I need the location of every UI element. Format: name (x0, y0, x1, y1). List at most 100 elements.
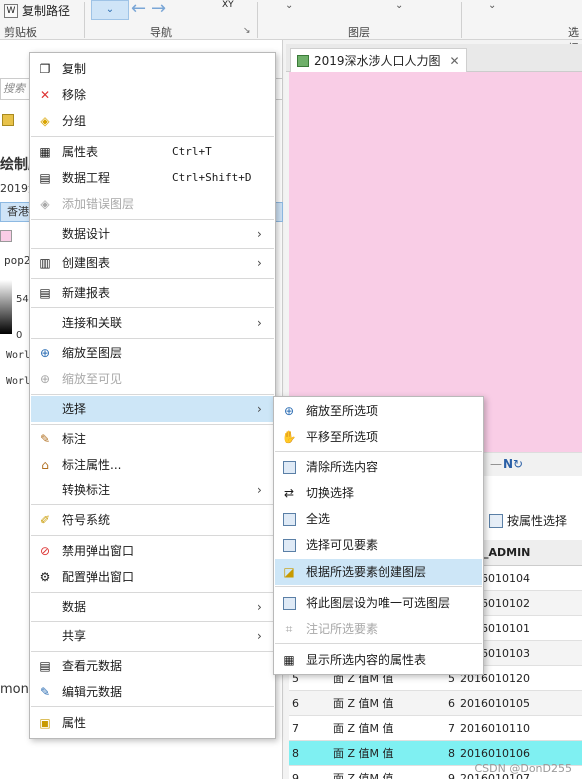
table-row[interactable]: 7 面 Z 值M 值 7 2016010110 (289, 716, 582, 741)
menu-item-select-all[interactable]: 全选 (275, 506, 482, 532)
layer-pop-label[interactable]: pop2 (4, 254, 31, 267)
menu-label: 清除所选内容 (306, 460, 379, 474)
menu-item-clear-selected[interactable]: 清除所选内容 (275, 454, 482, 480)
bottom-text: mon (0, 682, 29, 697)
menu-label: 切换选择 (306, 486, 355, 500)
table-cell-idx: 6 (292, 697, 299, 710)
rotate-icon[interactable]: ↻ (513, 457, 523, 471)
copy-path-button[interactable]: W 复制路径 (4, 2, 70, 19)
menu-separator (275, 586, 482, 587)
clear-selection-icon (281, 459, 297, 475)
layer-from-selection-icon: ◪ (283, 565, 295, 579)
menu-label: 转换标注 (62, 483, 111, 497)
menu-item-make-layer-from-selected[interactable]: ◪ 根据所选要素创建图层 (275, 559, 482, 585)
forward-arrow-icon[interactable]: → (151, 0, 166, 18)
menu-label: 数据 (62, 600, 87, 614)
map-tabbar: 2019深水涉人口人力图 ✕ (286, 44, 582, 72)
menu-item-joins-relates[interactable]: 连接和关联 › (31, 310, 274, 336)
menu-label: 属性 (62, 716, 87, 730)
table-cell-shape: 面 Z 值M 值 (333, 772, 394, 779)
menu-item-edit-metadata[interactable]: ✎ 编辑元数据 (31, 679, 274, 705)
menu-item-data-engineering[interactable]: ▤ 数据工程 Ctrl+Shift+D (31, 165, 274, 191)
menu-item-switch-selection[interactable]: ⇄ 切换选择 (275, 480, 482, 506)
map-icon (297, 54, 309, 67)
menu-item-configure-popups[interactable]: ⚙ 配置弹出窗口 (31, 564, 274, 590)
menu-item-symbology[interactable]: ✐ 符号系统 (31, 507, 274, 533)
table-cell-num: 7 (448, 722, 455, 735)
menu-label: 数据设计 (62, 227, 111, 241)
menu-separator (31, 278, 274, 279)
menu-item-pan-to-selected[interactable]: ✋ 平移至所选项 (275, 424, 482, 450)
table-cell-num: 8 (448, 747, 455, 760)
select-by-attribute-label: 按属性选择 (507, 514, 568, 528)
menu-separator (31, 651, 274, 652)
select-by-attribute-button[interactable]: 按属性选择 (489, 512, 567, 529)
properties-icon: ▣ (39, 716, 51, 730)
legend-min: 0 (16, 330, 23, 341)
layer-symbol-swatch (0, 230, 12, 242)
menu-label: 禁用弹出窗口 (62, 544, 135, 558)
symbology-icon: ✐ (39, 513, 51, 527)
table-cell-admin: 2016010110 (460, 722, 530, 735)
menu-item-zoom-to-selected[interactable]: ⊕ 缩放至所选项 (275, 398, 482, 424)
menu-item-convert-labels[interactable]: 转换标注 › (31, 477, 274, 503)
menu-item-disable-popups[interactable]: ⊘ 禁用弹出窗口 (31, 538, 274, 564)
map-canvas[interactable] (289, 72, 582, 452)
zoom-visible-icon: ⊕ (39, 372, 51, 386)
menu-item-copy[interactable]: ❐ 复制 (31, 56, 274, 82)
menu-item-select-visible[interactable]: 选择可见要素 (275, 532, 482, 558)
table-row[interactable]: 6 面 Z 值M 值 6 2016010105 (289, 691, 582, 716)
xy-button[interactable]: XY (222, 0, 234, 10)
chevron-down-icon[interactable]: ⌄ (395, 0, 403, 11)
menu-item-show-selected-attributes[interactable]: ▦ 显示所选内容的属性表 (275, 647, 482, 673)
error-layer-icon: ◈ (40, 197, 50, 211)
select-all-icon (281, 511, 297, 527)
remove-icon: ✕ (39, 88, 51, 102)
close-icon[interactable]: ✕ (450, 54, 460, 68)
menu-label: 创建图表 (62, 256, 111, 270)
menu-item-attribute-table[interactable]: ▦ 属性表 Ctrl+T (31, 139, 274, 165)
dialog-launcher-icon[interactable]: ↘ (243, 26, 251, 36)
group-label-clipboard: 剪贴板 (4, 26, 37, 39)
menu-item-make-only-selectable[interactable]: 将此图层设为唯一可选图层 (275, 590, 482, 616)
status-separator: — (490, 457, 502, 471)
navigate-dropdown-button[interactable]: ⌄ (91, 0, 129, 20)
chevron-down-icon[interactable]: ⌄ (285, 0, 293, 11)
chevron-down-icon[interactable]: ⌄ (488, 0, 496, 11)
menu-item-data-design[interactable]: 数据设计 › (31, 221, 274, 247)
annotate-icon: ⌗ (285, 621, 293, 636)
north-arrow-icon[interactable]: N (503, 457, 513, 471)
menu-item-add-error-layer: ◈ 添加错误图层 (31, 191, 274, 217)
menu-item-group[interactable]: ◈ 分组 (31, 108, 274, 134)
back-arrow-icon[interactable]: ← (131, 0, 146, 18)
menu-item-properties[interactable]: ▣ 属性 (31, 710, 274, 736)
menu-item-label-properties[interactable]: ⌂ 标注属性... (31, 452, 274, 478)
menu-item-label[interactable]: ✎ 标注 (31, 426, 274, 452)
table-icon: ▦ (39, 145, 51, 159)
menu-item-create-chart[interactable]: ▥ 创建图表 › (31, 250, 274, 276)
column-header-admin[interactable]: _ADMIN (483, 546, 530, 559)
menu-item-view-metadata[interactable]: ▤ 查看元数据 (31, 653, 274, 679)
list-by-drawing-order-icon[interactable] (2, 114, 14, 129)
menu-item-new-report[interactable]: ▤ 新建报表 (31, 280, 274, 306)
table-cell-idx: 9 (292, 772, 299, 779)
map-tab[interactable]: 2019深水涉人口人力图 ✕ (290, 48, 467, 72)
table-header[interactable]: _ADMIN (481, 540, 582, 566)
group-label-navigate: 导航 (150, 26, 172, 39)
chevron-right-icon: › (257, 316, 262, 330)
menu-item-selection[interactable]: 选择 › (31, 396, 274, 422)
menu-separator (31, 535, 274, 536)
menu-label: 查看元数据 (62, 659, 123, 673)
menu-item-zoom-to-layer[interactable]: ⊕ 缩放至图层 (31, 340, 274, 366)
map-tab-label: 2019深水涉人口人力图 (314, 54, 441, 68)
table-icon: ▦ (283, 653, 295, 667)
menu-item-remove[interactable]: ✕ 移除 (31, 82, 274, 108)
menu-item-share[interactable]: 共享 › (31, 623, 274, 649)
menu-label: 标注属性... (62, 458, 122, 472)
menu-item-data[interactable]: 数据 › (31, 594, 274, 620)
chevron-right-icon: › (257, 600, 262, 614)
menu-label: 将此图层设为唯一可选图层 (306, 596, 451, 610)
menu-label: 编辑元数据 (62, 685, 123, 699)
table-cell-shape: 面 Z 值M 值 (333, 747, 394, 760)
menu-separator (31, 338, 274, 339)
